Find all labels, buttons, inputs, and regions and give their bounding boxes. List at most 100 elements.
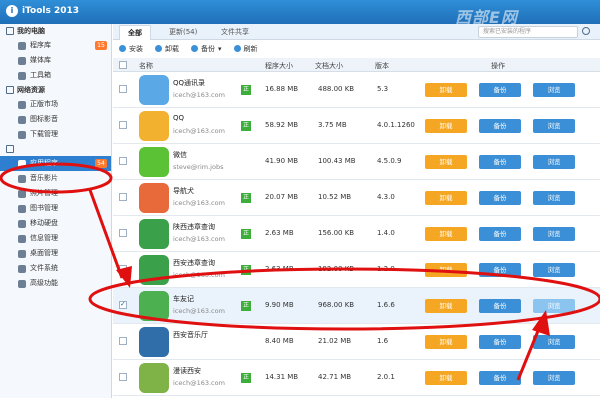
row-checkbox[interactable] [119, 157, 127, 165]
row-checkbox[interactable] [119, 337, 127, 345]
backup-button[interactable]: 备份 [479, 263, 521, 277]
sidebar-item[interactable]: 桌面管理 [0, 246, 111, 261]
genuine-badge: 正 [241, 193, 251, 203]
backup-button[interactable]: 备份 ▾ [191, 44, 222, 54]
doc-size: 968.00 KB [318, 301, 355, 309]
browse-button[interactable]: 浏览 [533, 155, 575, 169]
uninstall-button[interactable]: 卸载 [425, 227, 467, 241]
uninstall-button[interactable]: 卸载 [425, 371, 467, 385]
browse-button[interactable]: 浏览 [533, 119, 575, 133]
sidebar-item[interactable]: 信息管理 [0, 231, 111, 246]
browse-button[interactable]: 浏览 [533, 191, 575, 205]
doc-size: 156.00 KB [318, 229, 355, 237]
col-doc-size[interactable]: 文档大小 [315, 61, 343, 71]
uninstall-button[interactable]: 卸载 [425, 191, 467, 205]
app-icon [139, 327, 169, 357]
tab-updates[interactable]: 更新(54) [161, 25, 205, 40]
select-all-checkbox[interactable] [119, 61, 127, 69]
backup-button[interactable]: 备份 [479, 227, 521, 241]
prog-size: 14.31 MB [265, 373, 299, 381]
backup-button[interactable]: 备份 [479, 371, 521, 385]
sidebar-item-icon [18, 56, 26, 65]
sidebar-item-icon [18, 71, 26, 80]
row-checkbox[interactable] [119, 265, 127, 273]
backup-button[interactable]: 备份 [479, 335, 521, 349]
table-row[interactable]: 陕西违章查询 icech@163.com 正 2.63 MB 156.00 KB 1.4.… [113, 216, 600, 252]
browse-button[interactable]: 浏览 [533, 335, 575, 349]
search-input[interactable]: 搜索已安装的程序 [478, 26, 578, 38]
sidebar-item[interactable]: 照片管理 [0, 186, 111, 201]
sidebar-item[interactable]: 下载管理 [0, 127, 111, 142]
uninstall-button[interactable]: 卸载 [425, 83, 467, 97]
chevron-down-icon[interactable]: ▾ [218, 45, 222, 53]
browse-button[interactable]: 浏览 [533, 299, 575, 313]
doc-size: 21.02 MB [318, 337, 352, 345]
uninstall-button[interactable]: 卸载 [425, 335, 467, 349]
table-row[interactable]: 漫读西安 icech@163.com 正 14.31 MB 42.71 MB 2.0.1 卸… [113, 360, 600, 396]
row-checkbox[interactable] [119, 300, 127, 309]
backup-button[interactable]: 备份 [479, 299, 521, 313]
version: 1.4.0 [377, 229, 395, 237]
install-icon [119, 45, 126, 52]
table-row[interactable]: 导航犬 icech@163.com 正 20.07 MB 10.52 MB 4.3.0 卸载… [113, 180, 600, 216]
browse-button[interactable]: 浏览 [533, 83, 575, 97]
sidebar-item-label: 移动硬盘 [30, 219, 58, 227]
install-button[interactable]: 安装 [119, 44, 143, 54]
sidebar-item-label: 音乐影片 [30, 174, 58, 182]
backup-button[interactable]: 备份 [479, 191, 521, 205]
table-row[interactable]: 西安音乐厅 8.40 MB 21.02 MB 1.6 卸载 备份 浏览 [113, 324, 600, 360]
sidebar-item[interactable]: 程序库 15 [0, 38, 111, 53]
sidebar-item[interactable]: 正版市场 [0, 97, 111, 112]
sidebar-item[interactable]: 应用程序 54 [0, 156, 111, 171]
sidebar-item[interactable]: 高级功能 [0, 276, 111, 291]
uninstall-button[interactable]: 卸载 [425, 119, 467, 133]
table-row[interactable]: QQ通讯录 icech@163.com 正 16.88 MB 488.00 KB 5.3 卸… [113, 72, 600, 108]
uninstall-button[interactable]: 卸载 [425, 263, 467, 277]
tab-all[interactable]: 全部 [119, 25, 151, 40]
sidebar-item-label: 文件系统 [30, 264, 58, 272]
browse-button[interactable]: 浏览 [533, 371, 575, 385]
search-icon[interactable] [582, 27, 590, 35]
app-name: QQ [173, 114, 185, 122]
doc-size: 3.75 MB [318, 121, 347, 129]
row-checkbox[interactable] [119, 121, 127, 129]
sidebar-item[interactable]: 图标影音 [0, 112, 111, 127]
sidebar-item-label: 媒体库 [30, 56, 51, 64]
tab-file-sharing[interactable]: 文件共享 [213, 25, 257, 40]
table-row[interactable]: 微信 steve@rim.jobs 41.90 MB 100.43 MB 4.5.0.9… [113, 144, 600, 180]
browse-button[interactable]: 浏览 [533, 227, 575, 241]
install-label: 安装 [129, 44, 143, 53]
uninstall-button[interactable]: 卸载 [425, 299, 467, 313]
version: 1.2.0 [377, 265, 395, 273]
row-checkbox[interactable] [119, 229, 127, 237]
row-checkbox[interactable] [119, 85, 127, 93]
col-version[interactable]: 版本 [375, 61, 389, 71]
backup-button[interactable]: 备份 [479, 155, 521, 169]
table-row[interactable]: 西安违章查询 icech@163.com 正 2.63 MB 192.00 KB 1.2.… [113, 252, 600, 288]
sidebar-item-label: 信息管理 [30, 234, 58, 242]
col-name[interactable]: 名称 [139, 61, 153, 71]
browse-button[interactable]: 浏览 [533, 263, 575, 277]
row-checkbox[interactable] [119, 193, 127, 201]
sidebar-item[interactable]: 媒体库 [0, 53, 111, 68]
col-prog-size[interactable]: 程序大小 [265, 61, 293, 71]
backup-button[interactable]: 备份 [479, 119, 521, 133]
prog-size: 2.63 MB [265, 229, 294, 237]
sidebar-item[interactable]: 移动硬盘 [0, 216, 111, 231]
doc-size: 10.52 MB [318, 193, 352, 201]
sidebar-item[interactable]: 工具箱 [0, 68, 111, 83]
table-row[interactable]: QQ icech@163.com 正 58.92 MB 3.75 MB 4.0.1.126… [113, 108, 600, 144]
row-checkbox[interactable] [119, 373, 127, 381]
refresh-button[interactable]: 刷新 [233, 44, 258, 54]
uninstall-button[interactable]: 卸载 [425, 155, 467, 169]
backup-button[interactable]: 备份 [479, 83, 521, 97]
table-row[interactable]: 车友记 icech@163.com 正 9.90 MB 968.00 KB 1.6.6 卸载… [113, 288, 600, 324]
group-icon [6, 27, 14, 35]
prog-size: 8.40 MB [265, 337, 294, 345]
sidebar-item-label: 高级功能 [30, 279, 58, 287]
sidebar-item[interactable]: 图书管理 [0, 201, 111, 216]
sidebar-item[interactable]: 文件系统 [0, 261, 111, 276]
uninstall-button[interactable]: 卸载 [155, 44, 179, 54]
sidebar-item[interactable]: 音乐影片 [0, 171, 111, 186]
app-account: steve@rim.jobs [173, 163, 224, 171]
